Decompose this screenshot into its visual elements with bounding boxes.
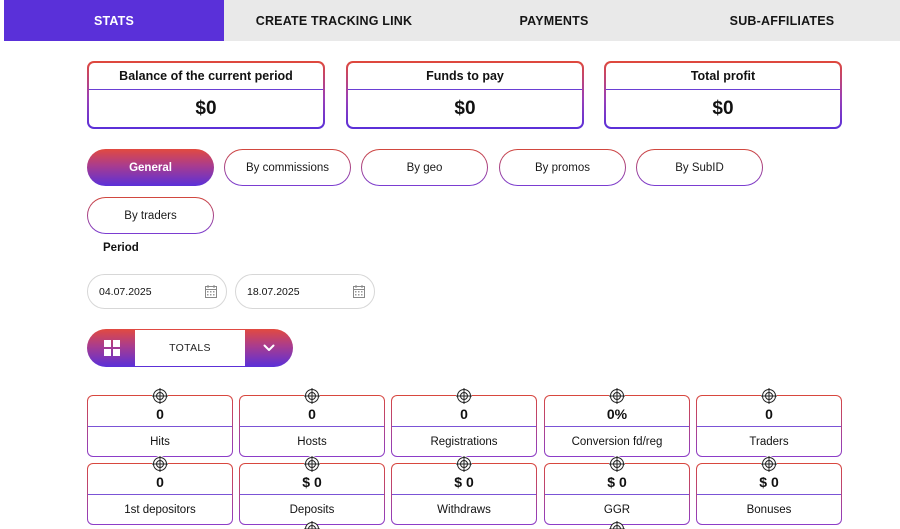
date-from-value: 04.07.2025 <box>99 285 152 298</box>
summary-card-title: Total profit <box>606 63 840 90</box>
summary-card-value: $0 <box>195 97 217 119</box>
target-icon <box>304 388 320 404</box>
target-icon <box>761 388 777 404</box>
target-icon <box>456 388 472 404</box>
stat-label: Traders <box>697 426 841 456</box>
tab-sub-affiliates[interactable]: SUB-AFFILIATES <box>664 0 900 41</box>
filter-by-subid-button[interactable]: By SubID <box>636 149 763 186</box>
summary-card-funds-to-pay: Funds to pay $0 <box>346 61 584 129</box>
filter-by-geo-button[interactable]: By geo <box>361 149 488 186</box>
grid-view-button[interactable] <box>88 330 135 366</box>
stat-label: Conversion fd/reg <box>545 426 689 456</box>
summary-card-value: $0 <box>712 97 734 119</box>
view-selector-value[interactable]: TOTALS <box>135 330 245 366</box>
stat-first-depositors: 0 1st depositors <box>87 456 233 525</box>
summary-card-value: $0 <box>454 97 476 119</box>
filter-by-traders-button[interactable]: By traders <box>87 197 214 234</box>
stat-ggr: $ 0 GGR <box>544 456 690 525</box>
view-selector[interactable]: TOTALS <box>87 329 293 367</box>
date-from-input[interactable]: 04.07.2025 <box>87 274 227 309</box>
filter-by-commissions-button[interactable]: By commissions <box>224 149 351 186</box>
stat-bonuses: $ 0 Bonuses <box>696 456 842 525</box>
tab-payments[interactable]: PAYMENTS <box>444 0 664 41</box>
chevron-down-icon <box>263 344 274 351</box>
filter-general-button[interactable]: General <box>87 149 214 186</box>
summary-card-title: Balance of the current period <box>89 63 323 90</box>
grid-icon <box>103 340 120 356</box>
stat-deposits: $ 0 Deposits <box>239 456 385 525</box>
summary-card-balance: Balance of the current period $0 <box>87 61 325 129</box>
target-icon <box>761 456 777 472</box>
stat-registrations: 0 Registrations <box>391 388 537 457</box>
stat-label: Registrations <box>392 426 536 456</box>
tab-create-tracking-link[interactable]: CREATE TRACKING LINK <box>224 0 444 41</box>
stat-withdraws: $ 0 Withdraws <box>391 456 537 525</box>
period-label: Period <box>103 242 139 254</box>
target-icon <box>152 388 168 404</box>
stat-label: Deposits <box>240 494 384 524</box>
stat-hosts: 0 Hosts <box>239 388 385 457</box>
stat-label: Hits <box>88 426 232 456</box>
stat-traders: 0 Traders <box>696 388 842 457</box>
target-icon <box>609 521 625 529</box>
target-icon <box>609 388 625 404</box>
view-selector-dropdown-button[interactable] <box>245 330 292 366</box>
target-icon <box>152 456 168 472</box>
date-to-value: 18.07.2025 <box>247 285 300 298</box>
calendar-icon[interactable] <box>205 285 217 298</box>
top-navigation: STATS CREATE TRACKING LINK PAYMENTS SUB-… <box>4 0 900 41</box>
stat-label: Bonuses <box>697 494 841 524</box>
stat-label: Hosts <box>240 426 384 456</box>
target-icon <box>304 456 320 472</box>
filter-by-promos-button[interactable]: By promos <box>499 149 626 186</box>
stat-label: 1st depositors <box>88 494 232 524</box>
date-to-input[interactable]: 18.07.2025 <box>235 274 375 309</box>
stat-conversion: 0% Conversion fd/reg <box>544 388 690 457</box>
target-icon <box>609 456 625 472</box>
summary-card-total-profit: Total profit $0 <box>604 61 842 129</box>
calendar-icon[interactable] <box>353 285 365 298</box>
stat-label: GGR <box>545 494 689 524</box>
tab-stats[interactable]: STATS <box>4 0 224 41</box>
stat-hits: 0 Hits <box>87 388 233 457</box>
target-icon <box>456 456 472 472</box>
stat-label: Withdraws <box>392 494 536 524</box>
target-icon <box>304 521 320 529</box>
summary-card-title: Funds to pay <box>348 63 582 90</box>
